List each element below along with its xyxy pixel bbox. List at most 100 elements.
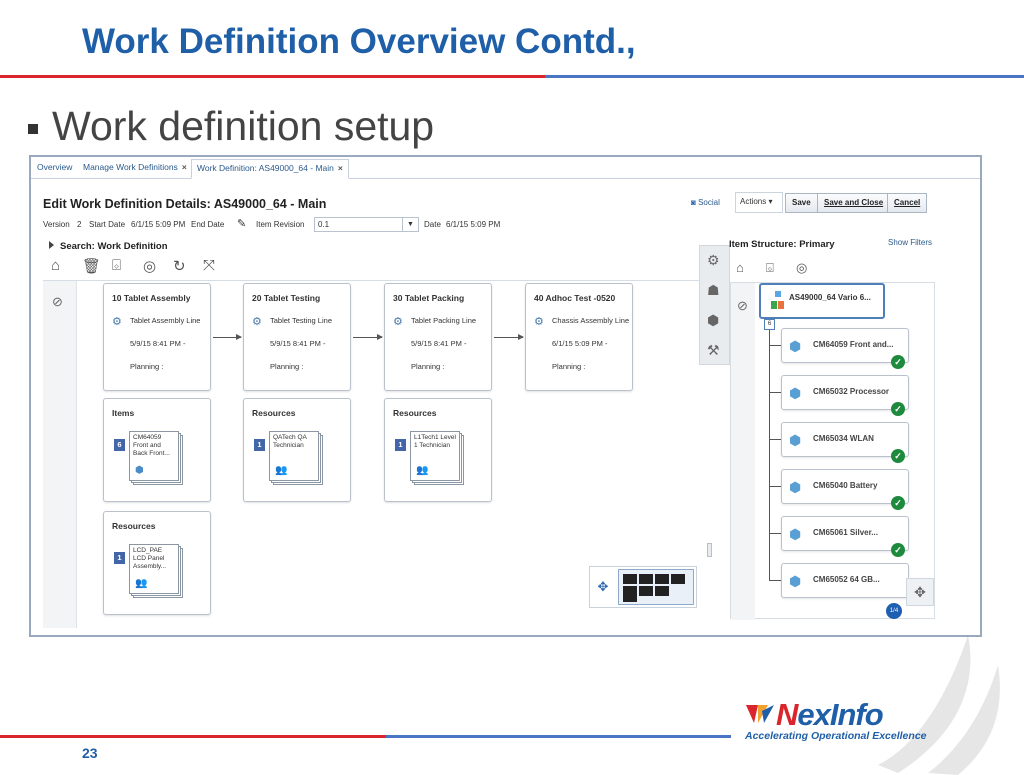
operation-title: 30 Tablet Packing [393,293,465,303]
home-icon[interactable]: ⌂ [736,260,744,275]
basket-icon[interactable]: ⌺ [112,257,121,274]
social-link[interactable]: ◙ Social [691,198,720,207]
show-filters-link[interactable]: Show Filters [888,238,932,247]
tab-manage-work-definitions[interactable]: Manage Work Definitions × [83,162,187,172]
operation-title: 20 Tablet Testing [252,293,321,303]
date-label: Date [424,220,441,229]
close-icon[interactable]: × [182,162,187,172]
minimap-viewport[interactable] [618,569,694,605]
page-title: Edit Work Definition Details: AS49000_64… [43,197,327,211]
structure-side-toolbar: ⚙ ☗ ⬢ ⚒ [699,245,730,365]
people-icon: 👥 [275,465,288,476]
compass-icon[interactable]: ⊘ [737,298,748,314]
delete-icon[interactable]: 🗑 [82,257,101,275]
tree-node[interactable]: ⬢ CM64059 Front and... ✓ [781,328,909,369]
header-rule-red [0,75,545,78]
check-icon: ✓ [891,543,905,557]
item-revision-select[interactable]: 0.1 ▼ [314,217,419,232]
save-and-close-button[interactable]: Save and Close [817,193,891,213]
close-icon[interactable]: × [338,163,343,173]
save-button[interactable]: Save [785,193,818,213]
tab-work-definition[interactable]: Work Definition: AS49000_64 - Main × [191,159,349,179]
bullet-square-icon [28,123,38,134]
check-icon: ✓ [891,449,905,463]
resource-card-stack[interactable]: L1Tech1 Level 1 Technician 👥 [410,431,466,486]
gear-icon[interactable]: ⚙ [707,252,720,269]
tree-node[interactable]: ⬢ CM65061 Silver... ✓ [781,516,909,557]
operation-card[interactable]: 40 Adhoc Test -0520 ⚙ Chassis Assembly L… [525,283,633,391]
operation-date: 6/1/15 5:09 PM - [552,339,608,348]
resources-panel[interactable]: Resources 1 LCD_PAE LCD Panel Assembly..… [103,511,211,615]
gear-icon: ⚙ [393,316,403,328]
check-icon: ✓ [891,402,905,416]
cube-icon: ⬢ [789,573,802,589]
check-icon: ✓ [891,355,905,369]
pan-icon[interactable]: ✥ [906,578,934,606]
root-label: AS49000_64 Vario 6... [789,293,871,302]
tools-icon[interactable]: ⚒ [707,342,720,359]
cube-icon: ⬢ [135,465,144,476]
operation-work-area: Tablet Packing Line [411,316,477,325]
actions-menu[interactable]: Actions ▾ [735,192,783,213]
gear-icon: ⚙ [112,316,122,328]
check-circle-icon[interactable]: ◎ [143,257,156,275]
tree-node[interactable]: ⬢ CM65040 Battery ✓ [781,469,909,510]
child-count-badge[interactable]: 6 [764,319,775,330]
actions-label: Actions [740,197,767,206]
cube-icon[interactable]: ⬢ [707,312,719,329]
tree-node[interactable]: ⬢ CM65034 WLAN ✓ [781,422,909,463]
logo-name: exInfo [797,697,883,732]
resource-card-stack[interactable]: LCD_PAE LCD Panel Assembly... 👥 [129,544,185,599]
tree-node[interactable]: ⬢ CM65032 Processor ✓ [781,375,909,416]
pan-icon[interactable]: ✥ [590,579,616,605]
node-label: CM65061 Silver... [813,528,878,537]
structure-icon [771,291,784,309]
cancel-button[interactable]: Cancel [887,193,928,213]
resource-card-stack[interactable]: QATech QA Technician 👥 [269,431,325,486]
splitter-handle[interactable] [707,543,712,557]
tab-overview[interactable]: Overview [37,162,72,172]
node-label: CM65040 Battery [813,481,878,490]
operation-work-area: Chassis Assembly Line [552,316,630,325]
item-structure-tree: ⊘ AS49000_64 Vario 6... 6 ⬢ CM64059 Front… [730,282,935,620]
start-date-value: 6/1/15 5:09 PM [131,220,186,229]
tab-label: Manage Work Definitions [83,162,178,172]
item-card-stack[interactable]: CM64059 Front and Back Front... ⬢ [129,431,185,486]
resources-panel[interactable]: Resources 1 QATech QA Technician 👥 [243,398,351,502]
search-label: Search: Work Definition [60,241,168,252]
operation-card[interactable]: 30 Tablet Packing ⚙ Tablet Packing Line … [384,283,492,391]
panel-heading: Resources [252,408,296,418]
resources-panel[interactable]: Resources 1 L1Tech1 Level 1 Technician 👥 [384,398,492,502]
panel-heading: Resources [112,521,156,531]
pencil-icon[interactable]: ✎ [237,217,246,230]
chevron-down-icon: ▾ [768,197,773,206]
collapse-icon[interactable]: ⤧ [203,257,215,274]
footer-rule-blue [386,735,731,738]
tree-root-node[interactable]: AS49000_64 Vario 6... [759,283,885,319]
logo-wordmark: NexInfo [776,697,884,733]
header-rule-blue [545,75,1024,78]
home-icon[interactable]: ⌂ [51,257,60,274]
cube-icon: ⬢ [789,385,802,401]
logo-mark-icon [746,705,774,723]
operation-card[interactable]: 20 Tablet Testing ⚙ Tablet Testing Line … [243,283,351,391]
overview-minimap[interactable]: ✥ [589,566,697,608]
tree-node[interactable]: ⬢ CM65052 64 GB... [781,563,909,598]
page-indicator[interactable]: 1/4 [886,603,902,619]
node-label: CM65034 WLAN [813,434,874,443]
chevron-down-icon[interactable]: ▼ [402,218,418,231]
basket-icon[interactable]: ⌺ [766,260,774,276]
expand-icon[interactable] [49,241,54,249]
compass-icon[interactable]: ⊘ [52,294,63,310]
social-icon: ◙ [691,198,699,207]
operation-work-area: Tablet Testing Line [270,316,332,325]
items-panel[interactable]: Items 6 CM64059 Front and Back Front... … [103,398,211,502]
bullet-item: Work definition setup [28,103,434,150]
search-section-header[interactable]: Search: Work Definition [49,241,168,252]
people-icon: 👥 [135,578,148,589]
check-circle-icon[interactable]: ◎ [796,260,807,276]
hierarchy-icon[interactable]: ☗ [707,282,720,299]
refresh-icon[interactable]: ↻ [173,257,186,275]
tab-label: Work Definition: AS49000_64 - Main [197,163,334,173]
operation-card[interactable]: 10 Tablet Assembly ⚙ Tablet Assembly Lin… [103,283,211,391]
